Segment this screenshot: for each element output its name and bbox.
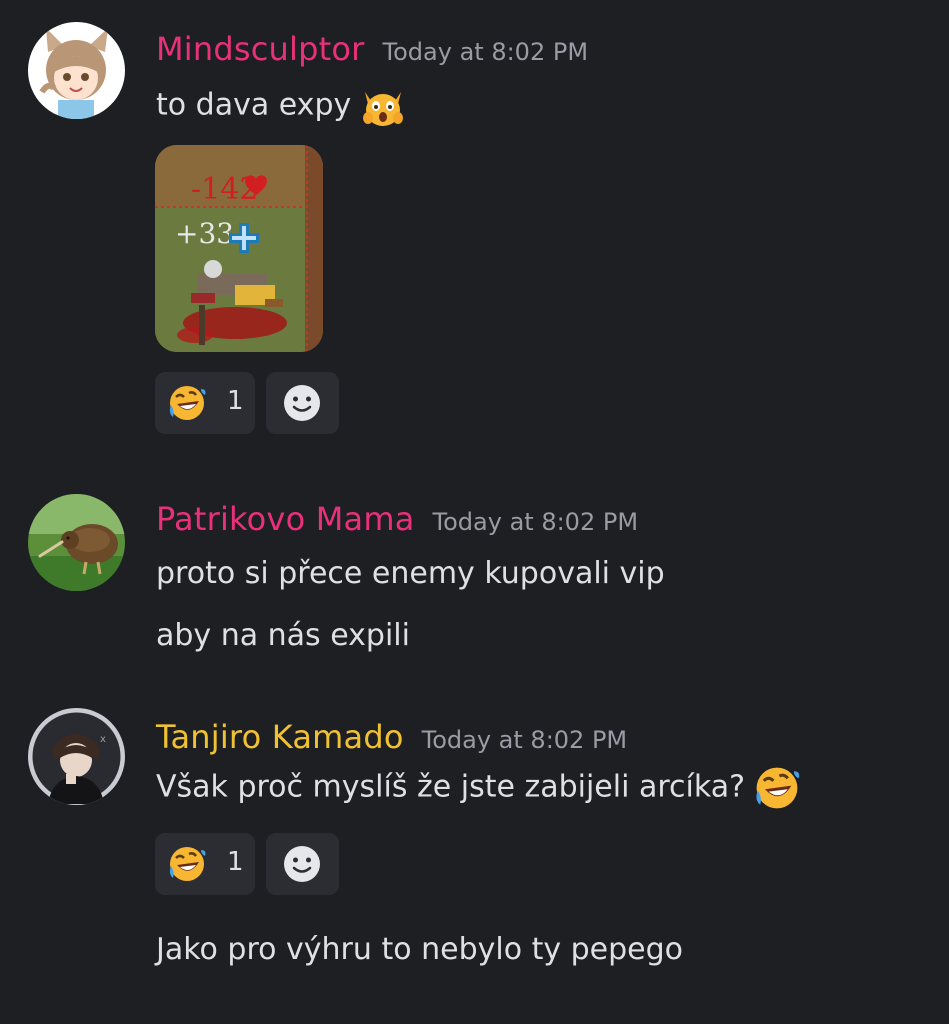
smiley-add-icon (284, 846, 320, 882)
message-mindsculptor: Mindsculptor Today at 8:02 PM to dava exp… (0, 0, 949, 460)
image-attachment[interactable]: -142 +33 (155, 145, 323, 352)
anime-boy-avatar-icon: x (28, 708, 125, 805)
scream-cat-emoji-icon (363, 92, 404, 126)
rolling-on-the-floor-laughing-icon (756, 767, 800, 809)
svg-text:x: x (100, 734, 106, 745)
game-screenshot-image: -142 +33 (155, 145, 323, 352)
add-reaction-button[interactable] (266, 372, 339, 434)
author-name[interactable]: Tanjiro Kamado (156, 718, 404, 756)
smiley-add-icon (284, 385, 320, 421)
reaction-rofl[interactable]: 1 (155, 372, 255, 434)
reaction-rofl[interactable]: 1 (155, 833, 255, 895)
message-text: Jako pro výhru to nebylo ty pepego (156, 932, 684, 967)
rolling-on-the-floor-laughing-icon (169, 386, 206, 420)
message-text: Však proč myslíš že jste zabijeli arcíka… (156, 769, 745, 805)
timestamp: Today at 8:02 PM (421, 726, 628, 754)
author-name[interactable]: Mindsculptor (156, 30, 365, 68)
avatar-mindsculptor[interactable] (28, 22, 125, 119)
message-tanjiro-kamado: x Tanjiro Kamado Today at 8:02 PM Však pr… (0, 700, 949, 1024)
reaction-count: 1 (227, 847, 244, 877)
message-text: proto si přece enemy kupovali vip (156, 556, 665, 591)
rolling-on-the-floor-laughing-icon (169, 847, 206, 881)
message-text: to dava expy (156, 87, 352, 123)
message-patrikovo-mama: Patrikovo Mama Today at 8:02 PM proto si … (0, 490, 949, 690)
avatar-tanjiro-kamado[interactable]: x (28, 708, 125, 805)
reaction-count: 1 (227, 386, 244, 416)
add-reaction-button[interactable] (266, 833, 339, 895)
anime-girl-avatar-icon (28, 22, 125, 119)
timestamp: Today at 8:02 PM (432, 508, 639, 536)
timestamp: Today at 8:02 PM (382, 38, 589, 66)
kiwi-bird-avatar-icon (28, 494, 125, 591)
avatar-patrikovo-mama[interactable] (28, 494, 125, 591)
heal-label: +33 (175, 217, 234, 250)
message-text: aby na nás expili (156, 618, 410, 653)
author-name[interactable]: Patrikovo Mama (156, 500, 415, 538)
